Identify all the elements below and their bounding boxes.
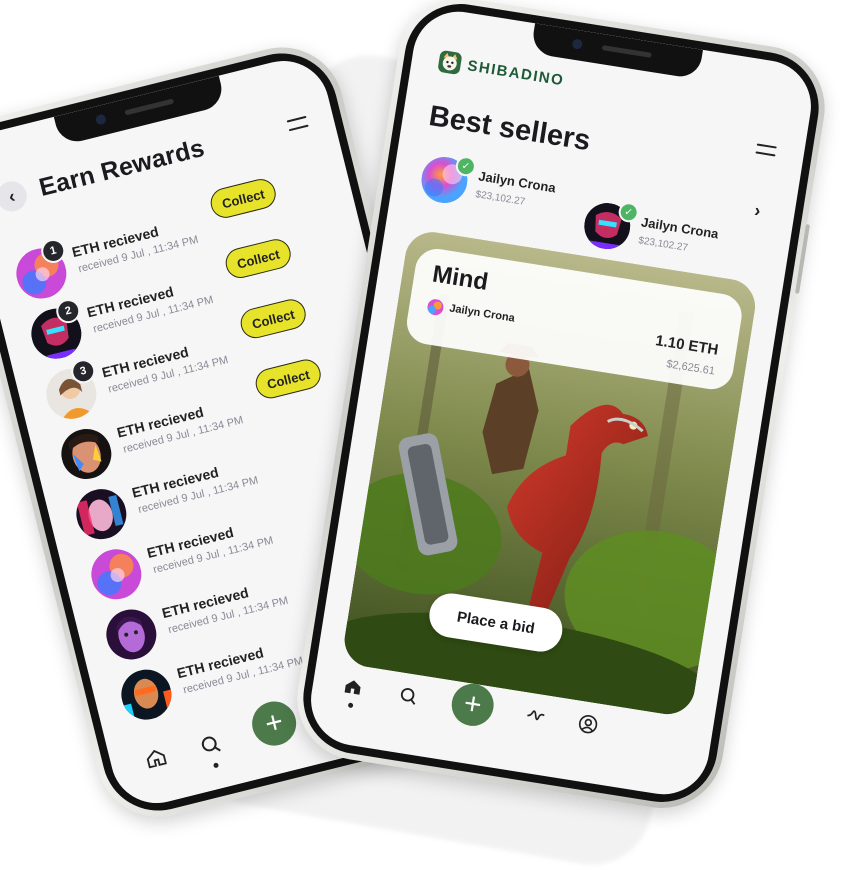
reward-avatar bbox=[101, 604, 162, 665]
brand-name: SHIBADINO bbox=[466, 56, 566, 89]
page-title: Earn Rewards bbox=[36, 133, 208, 202]
collect-button[interactable]: Collect bbox=[207, 175, 279, 221]
search-icon[interactable] bbox=[197, 731, 224, 758]
brand: SHIBADINO bbox=[436, 49, 566, 93]
creator-avatar bbox=[426, 298, 445, 317]
home-icon[interactable] bbox=[342, 676, 365, 699]
menu-icon[interactable] bbox=[286, 115, 310, 134]
seller-card[interactable]: ✓ Jailyn Crona $23,102.27 bbox=[418, 153, 558, 220]
chevron-left-icon: ‹ bbox=[6, 185, 18, 207]
reward-avatar bbox=[56, 423, 117, 485]
shibadino-logo-icon bbox=[436, 49, 463, 76]
active-indicator bbox=[347, 702, 354, 709]
add-button[interactable]: + bbox=[448, 680, 497, 729]
reward-avatar bbox=[116, 664, 177, 725]
creator-name: Jailyn Crona bbox=[448, 302, 516, 325]
menu-icon[interactable] bbox=[755, 143, 777, 158]
seller-avatar: ✓ bbox=[580, 199, 641, 253]
nft-name: Mind bbox=[430, 260, 491, 296]
chevron-right-icon[interactable]: › bbox=[753, 200, 762, 222]
plus-icon: + bbox=[261, 704, 287, 742]
reward-avatar bbox=[86, 543, 147, 605]
active-indicator bbox=[212, 762, 220, 769]
seller-avatar: ✓ bbox=[418, 153, 478, 207]
add-button[interactable]: + bbox=[247, 696, 301, 751]
reward-avatar bbox=[71, 483, 132, 545]
back-button[interactable]: ‹ bbox=[0, 178, 30, 215]
search-icon[interactable] bbox=[397, 684, 420, 707]
nft-card[interactable]: Mind Jailyn Crona 1.10 ETH $2,625.61 Pla… bbox=[340, 228, 760, 719]
activity-icon[interactable] bbox=[523, 704, 548, 727]
seller-card[interactable]: ✓ Jailyn Crona $23,102.27 bbox=[580, 199, 721, 266]
profile-icon[interactable] bbox=[577, 713, 600, 736]
home-icon[interactable] bbox=[143, 745, 170, 772]
price-usd: $2,625.61 bbox=[665, 358, 716, 378]
plus-icon: + bbox=[461, 686, 485, 723]
section-title: Best sellers bbox=[426, 100, 593, 158]
price-eth: 1.10 ETH bbox=[654, 332, 720, 359]
